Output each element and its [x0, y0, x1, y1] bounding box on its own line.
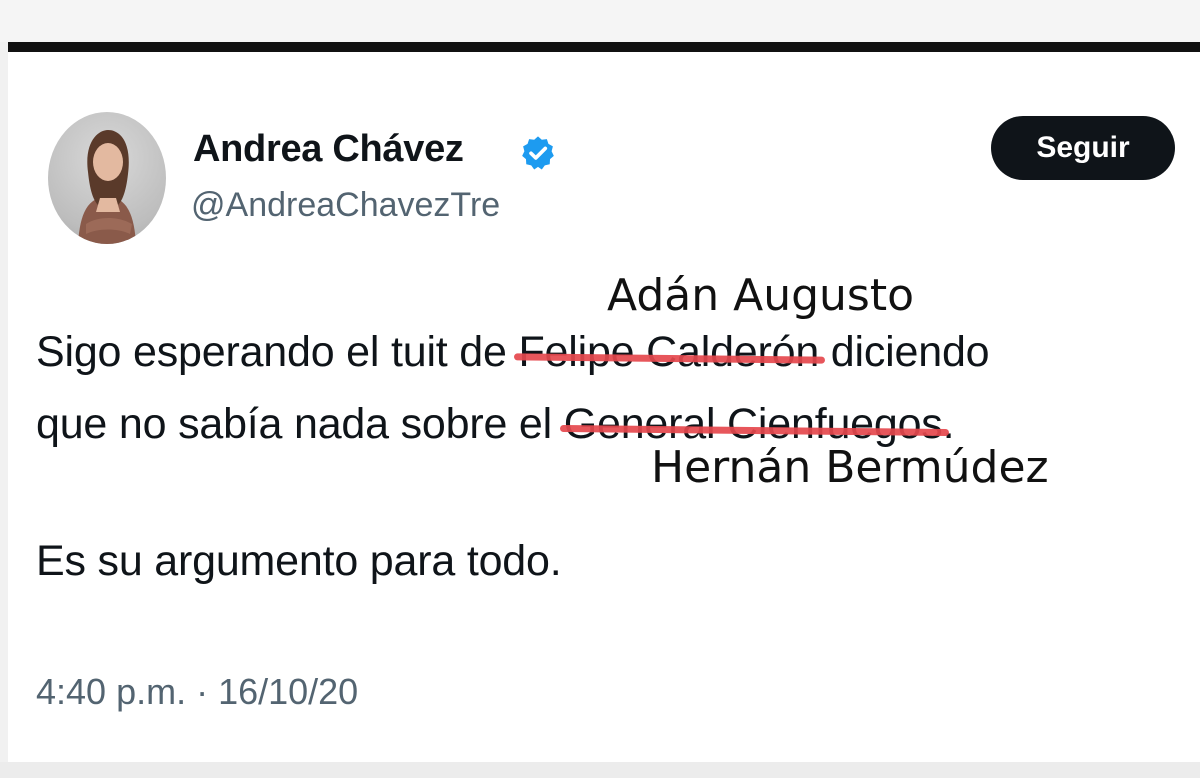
- user-handle[interactable]: @AndreaChavezTre: [191, 186, 500, 225]
- text-segment: diciendo: [819, 328, 990, 376]
- screenshot-bottom-margin: [0, 762, 1200, 778]
- tweet-text-line-1: Sigo esperando el tuit de Felipe Calderó…: [36, 328, 990, 377]
- display-name[interactable]: Andrea Chávez: [193, 128, 464, 171]
- struck-text: Felipe Calderón: [518, 328, 820, 376]
- profile-photo-icon: [78, 130, 136, 244]
- handwritten-note-above: Adán Augusto: [607, 270, 914, 321]
- tweet-text-line-3: Es su argumento para todo.: [36, 537, 562, 585]
- struck-text: General Cienfuegos: [563, 400, 943, 448]
- screenshot-top-margin: [0, 0, 1200, 42]
- follow-button[interactable]: Seguir: [991, 116, 1175, 180]
- verified-badge-icon: [519, 134, 557, 172]
- struck-name-1: Felipe Calderón: [514, 328, 826, 377]
- text-segment: que no sabía nada sobre el: [36, 400, 564, 448]
- text-segment: .: [942, 400, 955, 448]
- avatar[interactable]: [48, 112, 166, 244]
- tweet-timestamp[interactable]: 4:40 p.m. · 16/10/20: [36, 671, 358, 713]
- separator-bar: [8, 42, 1200, 52]
- text-segment: Sigo esperando el tuit de: [36, 328, 519, 376]
- handwritten-note-below: Hernán Bermúdez: [651, 442, 1049, 493]
